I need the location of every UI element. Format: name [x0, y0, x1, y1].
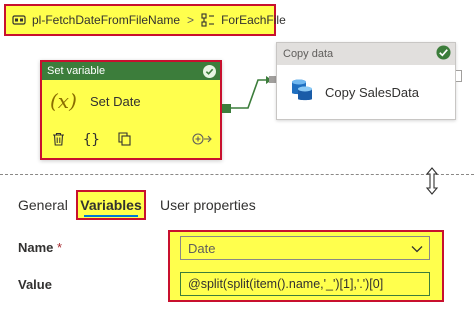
tab-variables[interactable]: Variables: [76, 190, 146, 220]
pipeline-icon: [12, 13, 26, 27]
variable-name-dropdown[interactable]: Date: [180, 236, 430, 260]
input-connector: [269, 76, 276, 83]
tab-variables-label: Variables: [80, 197, 142, 213]
copy-activity-name: Copy SalesData: [325, 84, 419, 100]
breadcrumb-activity-link[interactable]: ForEachFile: [221, 13, 286, 27]
tab-general[interactable]: General: [18, 190, 68, 220]
variable-name-selected: Date: [188, 240, 216, 256]
copy-activity-body: Copy SalesData: [277, 65, 455, 119]
activity-name: Set Date: [90, 93, 141, 109]
pipeline-canvas[interactable]: Set variable (𝑥) Set Date {} Copy data C…: [0, 36, 474, 172]
check-circle-icon: [436, 45, 451, 63]
set-variable-activity[interactable]: Set variable (𝑥) Set Date {}: [40, 60, 222, 160]
panel-divider[interactable]: [0, 174, 474, 175]
copy-icon[interactable]: [118, 131, 131, 149]
active-tab-indicator: [84, 215, 138, 217]
value-label: Value: [18, 277, 52, 292]
check-circle-icon: [203, 64, 216, 78]
activity-header: Set variable: [42, 62, 220, 80]
chevron-down-icon: [411, 241, 423, 256]
activity-body: (𝑥) Set Date: [42, 80, 220, 122]
name-label: Name *: [18, 240, 62, 255]
breadcrumb-separator: >: [187, 13, 195, 27]
copy-activity-type-label: Copy data: [283, 48, 334, 60]
database-icon: [289, 77, 315, 108]
resize-handle-icon[interactable]: [424, 166, 440, 196]
tab-user-properties[interactable]: User properties: [160, 190, 256, 220]
copy-data-activity[interactable]: Copy data Copy SalesData: [276, 42, 456, 120]
breadcrumb-pipeline-link[interactable]: pl-FetchDateFromFileName: [32, 13, 180, 27]
success-output-connector[interactable]: [222, 104, 231, 113]
required-marker: *: [57, 240, 63, 255]
variable-settings-highlight: Date @split(split(item().name,'_')[1],'.…: [168, 230, 444, 302]
foreach-icon: [201, 13, 215, 27]
add-output-icon[interactable]: [192, 132, 212, 149]
delete-icon[interactable]: [52, 132, 65, 149]
name-label-text: Name: [18, 240, 54, 255]
activity-type-label: Set variable: [47, 65, 106, 77]
activity-toolbar: {}: [42, 122, 220, 158]
copy-output-connector[interactable]: [456, 70, 462, 82]
breadcrumb: pl-FetchDateFromFileName > ForEachFile: [4, 4, 286, 36]
variable-value-input[interactable]: @split(split(item().name,'_')[1],'.')[0]: [180, 272, 430, 296]
code-icon[interactable]: {}: [83, 132, 100, 148]
copy-activity-header: Copy data: [277, 43, 455, 65]
fx-icon: (𝑥): [50, 89, 77, 113]
